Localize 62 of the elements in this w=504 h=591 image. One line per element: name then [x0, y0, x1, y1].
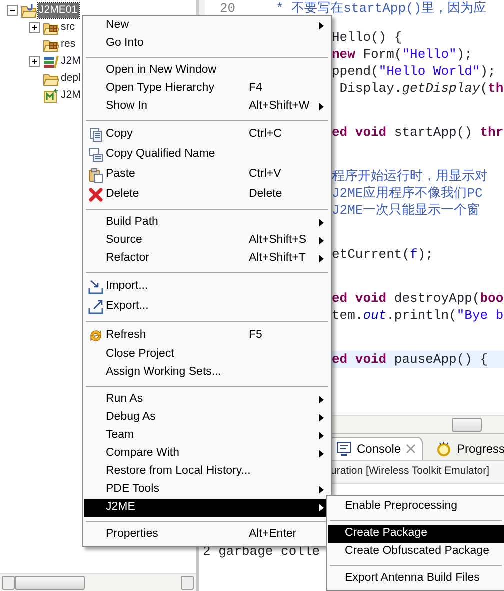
- tree-item[interactable]: depl: [60, 71, 82, 86]
- code-line: etCurrent(f);: [332, 246, 434, 263]
- tree-item[interactable]: src: [60, 20, 76, 35]
- refresh-icon: [88, 328, 104, 344]
- code-line: J2ME应用程序不像我们PC: [332, 185, 484, 202]
- delete-icon: [88, 187, 104, 203]
- collapse-icon[interactable]: [7, 5, 18, 16]
- tree-item[interactable]: J2M: [60, 54, 82, 69]
- tree-item[interactable]: res: [60, 37, 77, 52]
- menu-item[interactable]: New: [84, 17, 330, 35]
- file-icon: [43, 88, 59, 104]
- code-line: Display.getDisplay(th: [338, 80, 504, 97]
- tree-item[interactable]: J2M: [60, 88, 82, 103]
- menu-item[interactable]: Refactor Alt+Shift+T: [84, 250, 330, 268]
- clipboard-icon: [88, 167, 104, 183]
- menu-item[interactable]: Go Into: [84, 35, 330, 53]
- menu-item[interactable]: Create Package: [328, 525, 504, 543]
- menu-item[interactable]: Open Type Hierarchy F4: [84, 80, 330, 98]
- menu-item[interactable]: Source Alt+Shift+S: [84, 232, 330, 250]
- close-icon[interactable]: [406, 444, 416, 454]
- monitor-icon: [336, 441, 352, 457]
- menu-item[interactable]: Compare With: [84, 445, 330, 463]
- menu-item[interactable]: Paste Ctrl+V: [84, 165, 330, 185]
- copy-icon: [88, 147, 104, 163]
- menu-item[interactable]: Export...: [84, 297, 330, 317]
- menu-item[interactable]: PDE Tools: [84, 481, 330, 499]
- menu-item[interactable]: Enable Preprocessing: [328, 498, 504, 516]
- menu-item[interactable]: Delete Delete: [84, 185, 330, 205]
- menu-item[interactable]: Build Path: [84, 214, 330, 232]
- menu-item[interactable]: Properties Alt+Enter: [84, 526, 330, 544]
- horizontal-scrollbar[interactable]: [332, 415, 504, 433]
- code-line: 程序开始运行时，用显示对: [332, 168, 489, 185]
- code-line: new Form("Hello");: [332, 46, 474, 63]
- code-line: tem.out.println("Bye b: [332, 307, 504, 324]
- import-icon: [88, 279, 104, 295]
- tree-item[interactable]: J2ME01: [38, 3, 79, 18]
- expand-icon[interactable]: [29, 22, 40, 33]
- gauge-icon: [436, 441, 452, 457]
- books-icon: [43, 54, 59, 70]
- export-icon: [88, 299, 104, 315]
- menu-item[interactable]: Export Antenna Build Files: [328, 570, 504, 588]
- copy-icon: [88, 127, 104, 143]
- menu-item[interactable]: Refresh F5: [84, 326, 330, 346]
- view-tab[interactable]: Console: [329, 437, 424, 460]
- code-line: ed void destroyApp(boo: [332, 290, 504, 307]
- menu-item[interactable]: Open in New Window: [84, 62, 330, 80]
- code-line: ed void startApp() thr: [332, 124, 504, 141]
- folder-icon: [21, 2, 37, 18]
- horizontal-scrollbar[interactable]: [0, 573, 196, 591]
- menu-item[interactable]: Import...: [84, 277, 330, 297]
- menu-item[interactable]: Copy Qualified Name: [84, 145, 330, 165]
- code-line: J2ME一次只能显示一个窗: [332, 202, 482, 219]
- code-line: * 不要写在startApp()里，因为应: [275, 0, 487, 17]
- code-line: ppend("Hello World");: [332, 63, 497, 80]
- menu-item[interactable]: Debug As: [84, 409, 330, 427]
- code-line: Hello() {: [332, 29, 404, 46]
- menu-item[interactable]: Show In Alt+Shift+W: [84, 98, 330, 116]
- menu-item[interactable]: Copy Ctrl+C: [84, 125, 330, 145]
- menu-item[interactable]: Team: [84, 427, 330, 445]
- expand-icon[interactable]: [29, 56, 40, 67]
- menu-item[interactable]: Run As: [84, 391, 330, 409]
- menu-item[interactable]: Create Obfuscated Package: [328, 543, 504, 561]
